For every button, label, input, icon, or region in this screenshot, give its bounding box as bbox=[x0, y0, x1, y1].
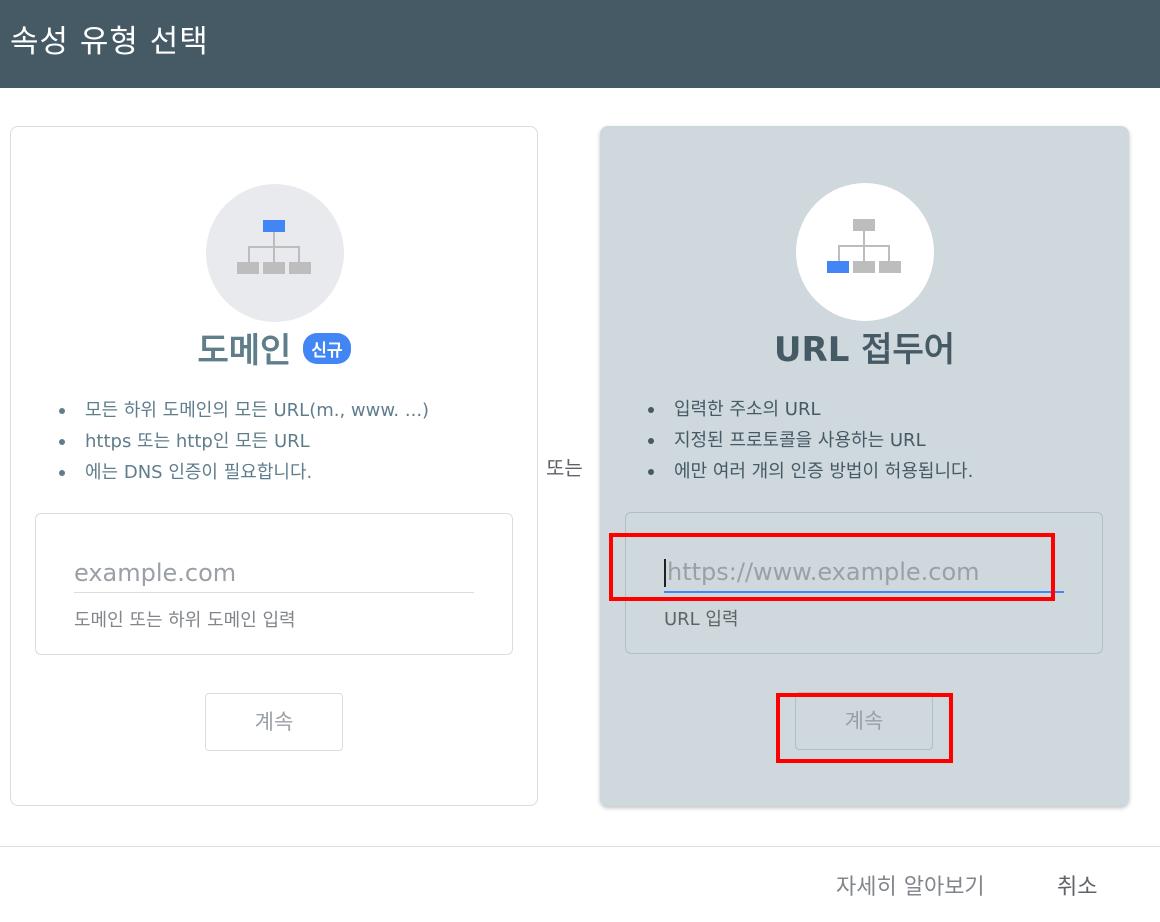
url-input-hint: URL 입력 bbox=[664, 609, 739, 630]
new-badge: 신규 bbox=[303, 333, 351, 364]
list-item: 에만 여러 개의 인증 방법이 허용됩니다. bbox=[647, 456, 973, 487]
domain-input-hint: 도메인 또는 하위 도메인 입력 bbox=[74, 610, 296, 631]
dialog-title: 속성 유형 선택 bbox=[10, 24, 209, 60]
domain-card-title: 도메인 bbox=[197, 331, 292, 371]
dialog-header: 속성 유형 선택 bbox=[0, 0, 1160, 88]
domain-continue-button[interactable]: 계속 bbox=[205, 693, 343, 751]
url-input-highlight-box bbox=[609, 533, 1055, 601]
domain-feature-list: 모든 하위 도메인의 모든 URL(m., www. ...) https 또는… bbox=[35, 395, 429, 488]
domain-sitemap-icon bbox=[206, 184, 344, 322]
list-item: https 또는 http인 모든 URL bbox=[58, 426, 429, 457]
continue-button-highlight-box bbox=[776, 693, 953, 763]
list-item: 입력한 주소의 URL bbox=[647, 394, 973, 425]
or-separator: 또는 bbox=[546, 456, 583, 480]
list-item: 모든 하위 도메인의 모든 URL(m., www. ...) bbox=[58, 395, 429, 426]
list-item: 지정된 프로토콜을 사용하는 URL bbox=[647, 425, 973, 456]
domain-input-container: example.com 도메인 또는 하위 도메인 입력 bbox=[35, 513, 513, 655]
domain-input[interactable]: example.com bbox=[74, 554, 474, 593]
domain-property-card[interactable]: 도메인 신규 모든 하위 도메인의 모든 URL(m., www. ...) ht… bbox=[10, 126, 538, 806]
domain-card-title-row: 도메인 신규 bbox=[11, 323, 537, 372]
cancel-button[interactable]: 취소 bbox=[1057, 869, 1097, 901]
learn-more-link[interactable]: 자세히 알아보기 bbox=[836, 869, 985, 901]
list-item: 에는 DNS 인증이 필요합니다. bbox=[58, 457, 429, 488]
footer-divider bbox=[0, 846, 1160, 847]
url-prefix-feature-list: 입력한 주소의 URL 지정된 프로토콜을 사용하는 URL 에만 여러 개의 … bbox=[624, 394, 973, 487]
url-prefix-card-title: URL 접두어 bbox=[773, 330, 956, 370]
url-prefix-sitemap-icon bbox=[796, 183, 934, 321]
